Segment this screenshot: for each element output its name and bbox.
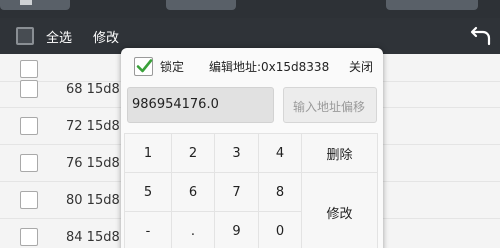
row-checkbox[interactable] [20,228,38,246]
row-checkbox[interactable] [20,80,38,98]
minus-key[interactable]: - [124,211,172,248]
lock-checkbox[interactable] [134,57,153,76]
status-chip [386,0,478,10]
row-checkbox[interactable] [20,117,38,135]
key-0[interactable]: 0 [258,211,302,248]
key-7[interactable]: 7 [214,172,259,212]
value-input[interactable]: 986954176.0 [127,87,274,123]
edit-address-label: 编辑地址:0x15d8338 [209,60,330,74]
status-icon [20,0,32,5]
row-text: 80 15d8 [66,193,120,208]
select-all-checkbox[interactable] [16,27,34,45]
value-text: 986954176.0 [132,97,219,112]
key-4[interactable]: 4 [258,133,302,173]
key-6[interactable]: 6 [171,172,215,212]
key-8[interactable]: 8 [258,172,302,212]
row-text: 84 15d8 [66,230,120,245]
edit-address-dialog: 锁定 编辑地址:0x15d8338 关闭 986954176.0 输入地址偏移 … [121,48,383,248]
back-arrow-icon[interactable] [470,24,492,46]
modify-button[interactable]: 修改 [93,27,119,46]
row-checkbox[interactable] [20,154,38,172]
checkmark-icon [136,59,153,73]
key-3[interactable]: 3 [214,133,259,173]
dialog-header: 锁定 编辑地址:0x15d8338 关闭 [121,48,383,84]
select-all-button[interactable]: 全选 [46,27,72,46]
key-9[interactable]: 9 [214,211,259,248]
row-text: 68 15d8 [66,82,120,97]
lock-label: 锁定 [160,60,185,74]
row-checkbox[interactable] [20,191,38,209]
dot-key[interactable]: . [171,211,215,248]
close-button[interactable]: 关闭 [349,58,373,75]
delete-key[interactable]: 删除 [301,133,378,173]
status-strip [0,0,500,18]
key-5[interactable]: 5 [124,172,172,212]
status-chip [166,0,236,10]
modify-key[interactable]: 修改 [301,172,378,248]
row-text: 72 15d8 [66,119,120,134]
key-1[interactable]: 1 [124,133,172,173]
status-chip [0,0,70,10]
row-text: 76 15d8 [66,156,120,171]
key-2[interactable]: 2 [171,133,215,173]
address-offset-input[interactable]: 输入地址偏移 [283,87,377,123]
offset-placeholder: 输入地址偏移 [293,100,366,114]
